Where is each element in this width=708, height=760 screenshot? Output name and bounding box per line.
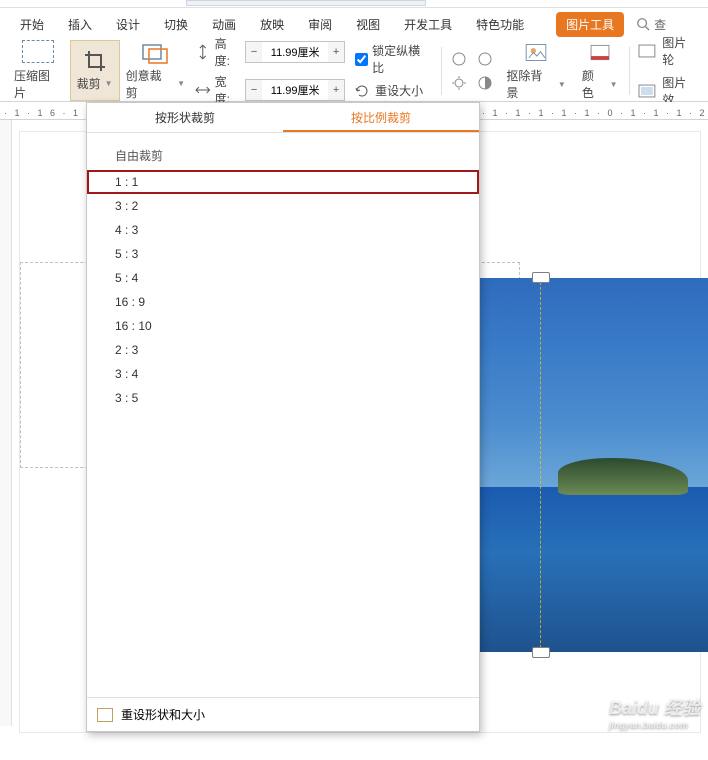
lock-reset-group: 锁定纵横比 重设大小	[349, 42, 437, 99]
height-increase[interactable]: +	[328, 42, 344, 62]
outline-label: 图片轮	[662, 34, 698, 68]
ratio-item-5-3[interactable]: 5 : 3	[87, 242, 479, 266]
separator	[441, 47, 442, 95]
ratio-item-2-3[interactable]: 2 : 3	[87, 338, 479, 362]
crop-button[interactable]: 裁剪▼	[70, 40, 120, 101]
color-label: 颜色▼	[582, 67, 618, 101]
rotate-left-icon	[451, 51, 467, 67]
ratio-item-16-10[interactable]: 16 : 10	[87, 314, 479, 338]
watermark: Baidu 经验 jingyan.baidu.com	[609, 694, 700, 730]
rotate-left-button[interactable]	[450, 51, 468, 91]
picture-style-tools: 图片轮 图片效	[634, 34, 702, 108]
remove-bg-icon	[522, 40, 550, 65]
size-controls: 高度: − + 宽度: − +	[191, 35, 349, 107]
width-input[interactable]	[262, 80, 328, 100]
reset-size-label: 重设大小	[375, 82, 423, 99]
crop-dropdown-content: 自由裁剪 1 : 1 3 : 2 4 : 3 5 : 3 5 : 4 16 : …	[87, 133, 479, 418]
chevron-down-icon: ▼	[610, 80, 618, 89]
lock-aspect-label: 锁定纵横比	[372, 42, 431, 76]
crop-dropdown-tabs: 按形状裁剪 按比例裁剪	[87, 103, 479, 133]
crop-icon	[83, 49, 107, 73]
contrast-icon	[477, 75, 493, 91]
width-decrease[interactable]: −	[246, 80, 262, 100]
creative-crop-label: 创意裁剪▼	[126, 67, 185, 101]
tab-special[interactable]: 特色功能	[464, 8, 536, 41]
brightness-icon	[451, 75, 467, 91]
ratio-item-3-2[interactable]: 3 : 2	[87, 194, 479, 218]
reset-shape-size-button[interactable]: 重设形状和大小	[87, 697, 479, 731]
tab-devtools[interactable]: 开发工具	[392, 8, 464, 41]
ratio-item-3-4[interactable]: 3 : 4	[87, 362, 479, 386]
rotate-right-button[interactable]	[476, 51, 494, 91]
search-icon	[636, 17, 650, 31]
chevron-down-icon: ▼	[558, 80, 566, 89]
color-button[interactable]: 颜色▼	[574, 40, 626, 101]
picture-outline-button[interactable]: 图片轮	[638, 34, 698, 68]
compress-picture-button[interactable]: 压缩图片	[6, 40, 70, 101]
selected-image[interactable]	[480, 278, 708, 652]
crop-by-shape-tab[interactable]: 按形状裁剪	[87, 103, 283, 132]
width-spinner: − +	[245, 79, 345, 101]
remove-background-button[interactable]: 抠除背景▼	[498, 40, 573, 101]
compress-label: 压缩图片	[14, 67, 62, 101]
height-label: 高度:	[215, 35, 242, 69]
crop-dropdown-panel: 按形状裁剪 按比例裁剪 自由裁剪 1 : 1 3 : 2 4 : 3 5 : 3…	[86, 102, 480, 732]
crop-label: 裁剪▼	[77, 75, 113, 92]
title-bar	[0, 0, 708, 8]
ratio-item-1-1[interactable]: 1 : 1	[87, 170, 479, 194]
ratio-item-5-4[interactable]: 5 : 4	[87, 266, 479, 290]
watermark-sub: jingyan.baidu.com	[609, 720, 700, 730]
search-label: 查	[654, 16, 666, 33]
height-row: 高度: − +	[195, 35, 345, 69]
chevron-down-icon: ▼	[105, 79, 113, 88]
ratio-item-4-3[interactable]: 4 : 3	[87, 218, 479, 242]
crop-by-ratio-tab[interactable]: 按比例裁剪	[283, 103, 479, 132]
ratio-item-16-9[interactable]: 16 : 9	[87, 290, 479, 314]
watermark-main: Baidu 经验	[609, 698, 700, 718]
remove-bg-label: 抠除背景▼	[506, 67, 565, 101]
height-icon	[195, 44, 211, 60]
title-bar-field	[186, 0, 426, 6]
effects-icon	[638, 84, 656, 98]
slide-thumbnail-panel-edge	[0, 120, 12, 726]
ratio-item-3-5[interactable]: 3 : 5	[87, 386, 479, 410]
search-tab[interactable]: 查	[636, 16, 666, 33]
crop-guide-line	[540, 272, 542, 658]
crop-handle-top[interactable]	[532, 272, 550, 283]
creative-crop-icon	[141, 41, 169, 65]
lock-aspect-checkbox[interactable]: 锁定纵横比	[349, 42, 437, 76]
chevron-down-icon: ▼	[177, 79, 185, 88]
height-input[interactable]	[262, 42, 328, 62]
tab-view[interactable]: 视图	[344, 8, 392, 41]
reset-size-icon	[355, 84, 371, 98]
height-decrease[interactable]: −	[246, 42, 262, 62]
free-crop-heading[interactable]: 自由裁剪	[87, 141, 479, 170]
tab-picture-tools[interactable]: 图片工具	[556, 12, 624, 37]
crop-handle-bottom[interactable]	[532, 647, 550, 658]
width-increase[interactable]: +	[328, 80, 344, 100]
image-water-region	[480, 487, 708, 652]
lock-aspect-input[interactable]	[355, 53, 368, 66]
tab-insert[interactable]: 插入	[56, 8, 104, 41]
ribbon-tabs: 开始 插入 设计 切换 动画 放映 审阅 视图 开发工具 特色功能 图片工具 查	[0, 8, 708, 40]
image-sky-region	[480, 278, 708, 487]
color-icon	[586, 40, 614, 65]
ruler-marks-right: ·1·1·1·1·1·0·1·1·1·2·1·3·1·4·1·5	[482, 108, 708, 118]
rotate-tools	[446, 51, 498, 91]
reset-shape-icon	[97, 708, 113, 722]
rotate-right-icon	[477, 51, 493, 67]
reset-size-button[interactable]: 重设大小	[349, 82, 437, 99]
separator	[629, 47, 630, 95]
tab-design[interactable]: 设计	[104, 8, 152, 41]
outline-icon	[638, 44, 656, 58]
ribbon-toolbar: 压缩图片 裁剪▼ 创意裁剪▼ 高度: − + 宽度: − +	[0, 40, 708, 102]
height-spinner: − +	[245, 41, 345, 63]
reset-shape-label: 重设形状和大小	[121, 706, 205, 723]
creative-crop-button[interactable]: 创意裁剪▼	[120, 40, 191, 101]
width-icon	[195, 82, 211, 98]
tab-start[interactable]: 开始	[8, 8, 56, 41]
compress-icon	[22, 40, 54, 63]
